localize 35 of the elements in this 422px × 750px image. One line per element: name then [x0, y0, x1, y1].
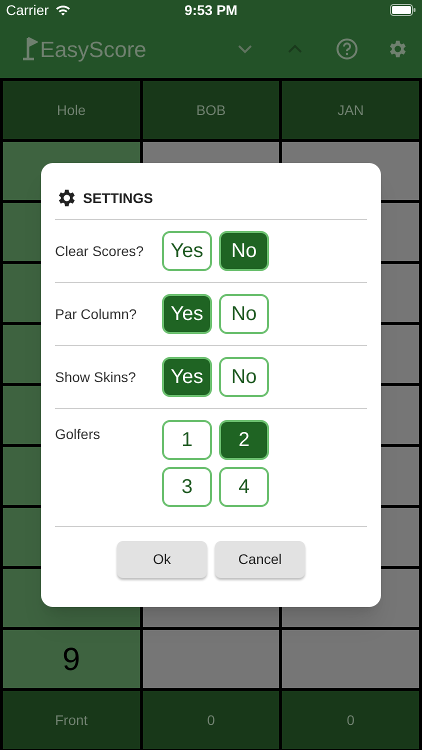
choice-button[interactable]: Yes: [162, 231, 212, 271]
choice-button[interactable]: Yes: [162, 294, 212, 334]
score-cell[interactable]: [282, 630, 419, 688]
chevron-down-icon[interactable]: [238, 44, 252, 54]
option-label: Clear Scores?: [55, 242, 145, 261]
wifi-icon: [54, 4, 71, 16]
choice-button[interactable]: No: [219, 231, 269, 271]
choice-button[interactable]: 2: [219, 420, 269, 460]
choice-button[interactable]: No: [219, 294, 269, 334]
column-header: JAN: [282, 81, 419, 139]
choice-button[interactable]: 3: [162, 467, 212, 507]
column-header: BOB: [142, 81, 280, 139]
choice-button[interactable]: No: [219, 357, 269, 397]
option-label: Show Skins?: [55, 368, 137, 387]
dialog-title: SETTINGS: [83, 188, 154, 208]
app-logo-text: EasyScore: [40, 36, 146, 64]
battery-icon: [390, 4, 416, 16]
clock-time: 9:53 PM: [184, 0, 238, 20]
choice-button[interactable]: 4: [219, 467, 269, 507]
help-icon[interactable]: [336, 38, 358, 60]
dialog-button[interactable]: Ok: [117, 541, 207, 578]
chevron-up-icon[interactable]: [288, 44, 302, 54]
choice-button[interactable]: Yes: [162, 357, 212, 397]
total-cell: 0: [142, 691, 280, 749]
carrier-label: Carrier: [6, 0, 49, 20]
dialog-button[interactable]: Cancel: [215, 541, 305, 578]
choice-button[interactable]: 1: [162, 420, 212, 460]
total-cell: Front: [3, 691, 140, 749]
score-cell[interactable]: [142, 630, 280, 688]
hole-number: 9: [3, 630, 140, 688]
column-header: Hole: [3, 81, 140, 139]
option-label: Golfers: [55, 425, 102, 444]
total-cell: 0: [282, 691, 419, 749]
golf-flag-icon: [20, 36, 38, 62]
option-label: Par Column?: [55, 305, 138, 324]
